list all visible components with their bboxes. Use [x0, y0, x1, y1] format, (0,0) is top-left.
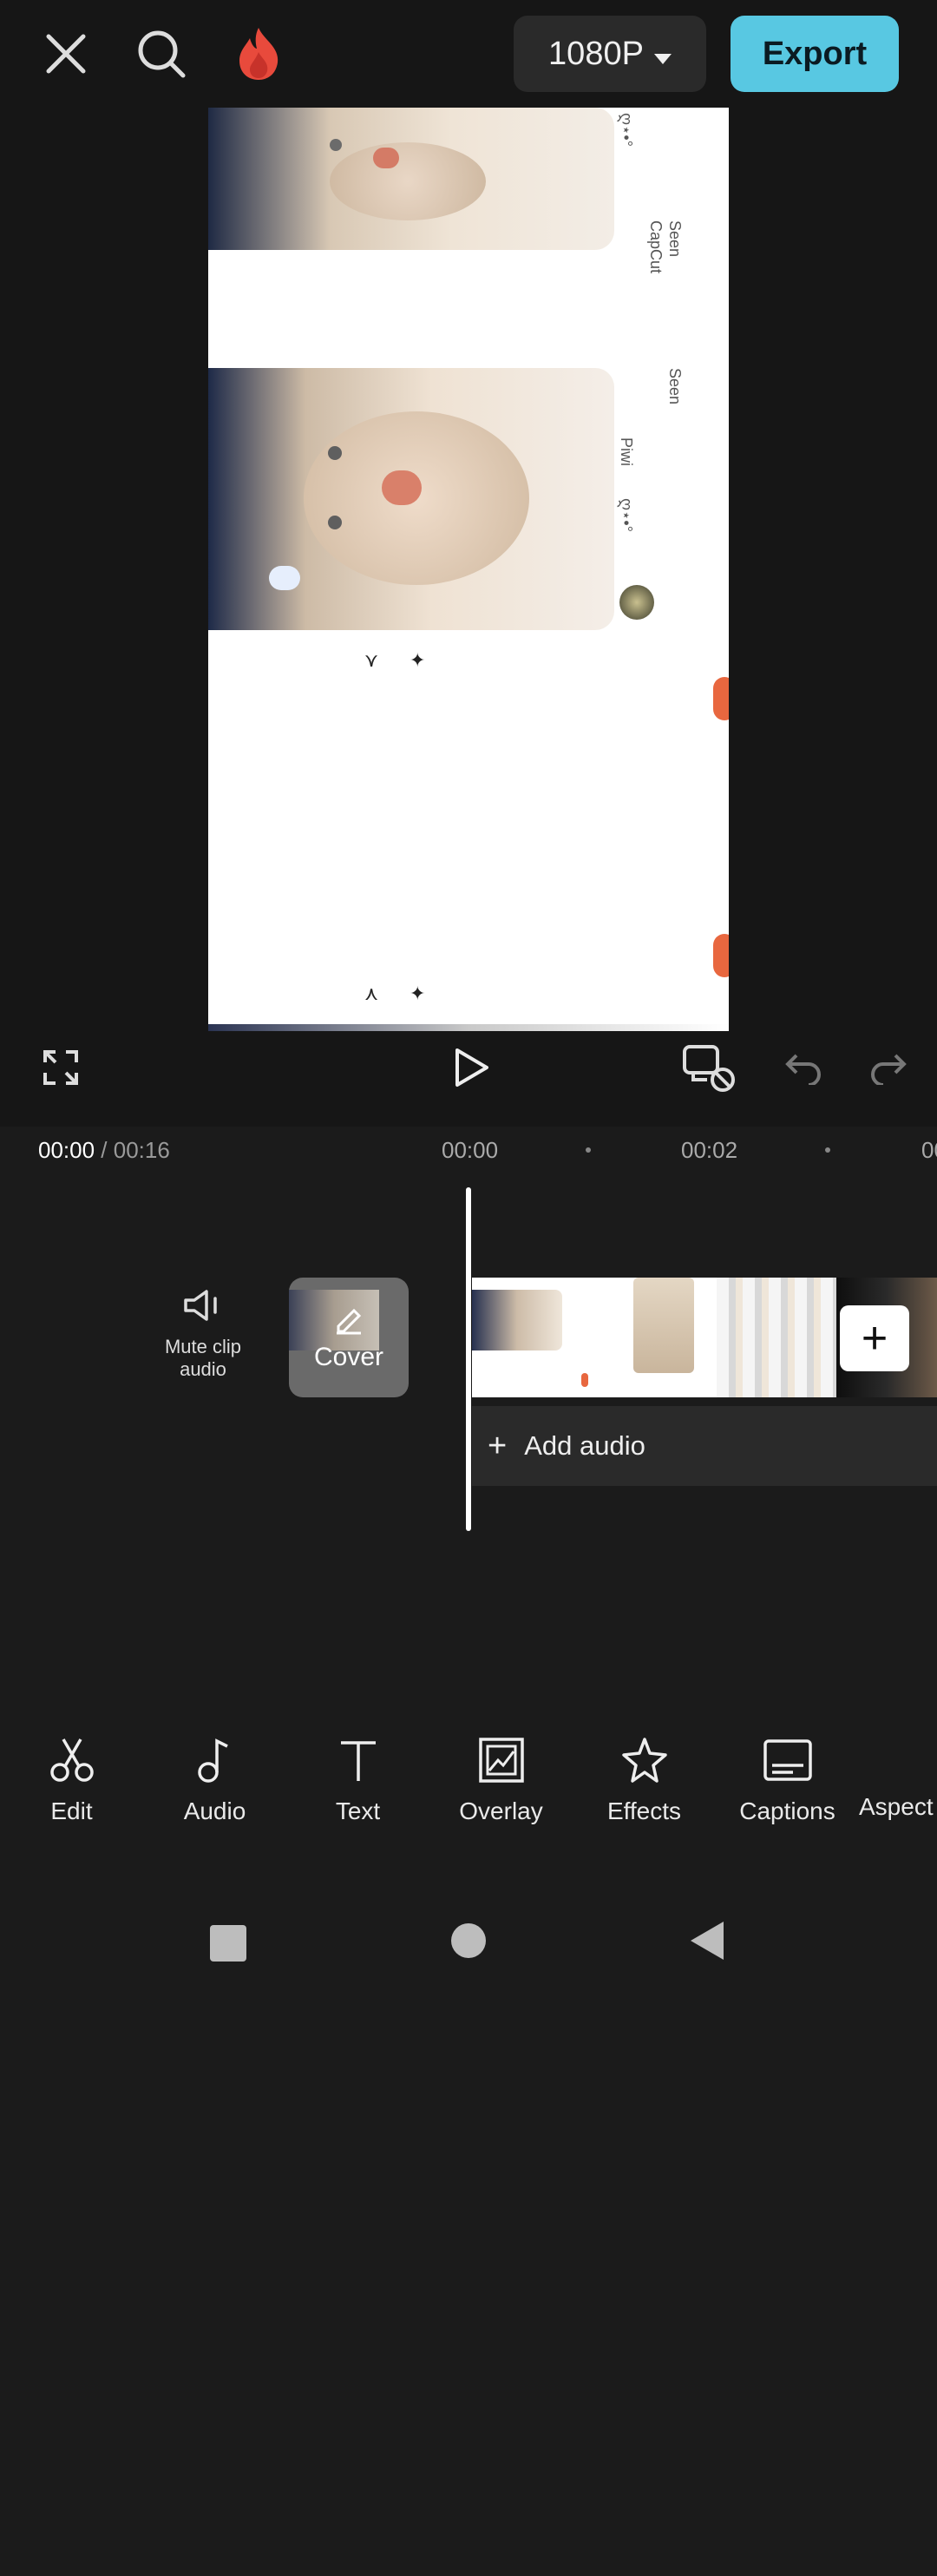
total-time: / 00:16 [95, 1137, 170, 1163]
avatar [619, 585, 654, 620]
tool-label: Aspect [859, 1793, 934, 1820]
search-icon[interactable] [127, 19, 196, 89]
clip-thumbnail [633, 1278, 717, 1397]
tool-captions[interactable]: Captions [716, 1736, 859, 1831]
add-audio-label: Add audio [524, 1430, 645, 1461]
tool-effects[interactable]: Effects [573, 1736, 716, 1831]
resolution-dropdown[interactable]: 1080P [514, 16, 706, 92]
scissors-icon [48, 1736, 96, 1789]
recents-button[interactable] [210, 1925, 246, 1962]
caret-down-icon [653, 36, 672, 73]
tool-label: Effects [606, 1797, 682, 1824]
play-icon[interactable] [441, 1038, 501, 1097]
edit-pencil-icon [333, 1304, 364, 1339]
pin-icon: ✦ [410, 982, 426, 1004]
mute-clip-audio-label: Mute clip audio [164, 1336, 242, 1380]
clip-thumbnail [717, 1278, 836, 1397]
pin-icon: ✦ [410, 649, 426, 671]
back-button[interactable] [689, 1920, 725, 1966]
export-button[interactable]: Export [731, 16, 899, 92]
undo-icon[interactable] [777, 1038, 829, 1097]
seen-label-1: Seen [666, 220, 684, 258]
tool-label: Text [335, 1797, 381, 1824]
seen-label-2: Seen [666, 368, 684, 405]
cover-button[interactable]: Cover [289, 1278, 409, 1397]
handle-text-2: ღ⋆•° [618, 498, 635, 532]
playhead[interactable] [466, 1187, 471, 1531]
tool-label: Overlay [459, 1797, 543, 1824]
preview-image-main [208, 368, 614, 630]
current-time: 00:00 [38, 1137, 95, 1163]
music-note-icon [191, 1736, 239, 1789]
tool-label: Audio [183, 1797, 246, 1824]
resolution-label: 1080P [548, 35, 644, 72]
home-button[interactable] [451, 1923, 486, 1958]
cover-label: Cover [313, 1342, 384, 1371]
tool-label: Captions [739, 1797, 835, 1824]
heart-reaction-icon [713, 677, 729, 720]
effects-star-icon [620, 1736, 669, 1789]
tool-audio[interactable]: Audio [143, 1736, 286, 1831]
top-bar: 1080P Export [0, 0, 937, 108]
speaker-icon [182, 1288, 224, 1327]
tool-label: Edit [50, 1797, 93, 1824]
time-readout: 00:00 / 00:16 [38, 1137, 170, 1164]
add-audio-button[interactable]: + Add audio [472, 1406, 937, 1486]
share-icon: ⋎ [364, 649, 379, 671]
redo-icon[interactable] [862, 1038, 914, 1097]
preview-image-top [208, 108, 614, 250]
share-icon: ⋏ [364, 982, 379, 1004]
mute-clip-audio-button[interactable]: Mute clip audio [153, 1288, 253, 1381]
tool-overlay[interactable]: Overlay [429, 1736, 573, 1831]
keyframe-disabled-icon[interactable] [678, 1038, 739, 1097]
text-icon [334, 1736, 383, 1789]
tick-label: 00:00 [442, 1137, 499, 1163]
video-preview[interactable]: CapCut Seen Seen ღ⋆•° Piwi ღ⋆•° ⋎ ✦ ⋏ ✦ [208, 108, 729, 1031]
tick-label: 00:02 [681, 1137, 738, 1163]
handle-text-1: ღ⋆•° [618, 113, 635, 147]
tool-aspect[interactable]: Aspect [859, 1736, 937, 1831]
clip-thumbnail [472, 1278, 633, 1397]
tick-label: 00:04 [921, 1137, 937, 1163]
system-nav-bar [0, 1875, 937, 1979]
watermark-text: CapCut [647, 220, 665, 274]
tool-edit[interactable]: Edit [0, 1736, 143, 1831]
heart-reaction-icon [713, 934, 729, 977]
captions-icon [762, 1736, 814, 1789]
tool-text[interactable]: Text [286, 1736, 429, 1831]
fire-icon[interactable] [224, 19, 293, 89]
tick-dot [825, 1147, 830, 1153]
close-icon[interactable] [31, 19, 101, 89]
bottom-toolbar: Edit Audio Text Overlay Effects Captions… [0, 1736, 937, 1831]
tick-dot [586, 1147, 591, 1153]
fullscreen-icon[interactable] [35, 1038, 87, 1097]
plus-icon: + [488, 1427, 508, 1464]
overlay-icon [477, 1736, 526, 1789]
plus-icon: + [861, 1313, 888, 1364]
username-text: Piwi [618, 437, 635, 467]
add-clip-button[interactable]: + [840, 1305, 909, 1371]
